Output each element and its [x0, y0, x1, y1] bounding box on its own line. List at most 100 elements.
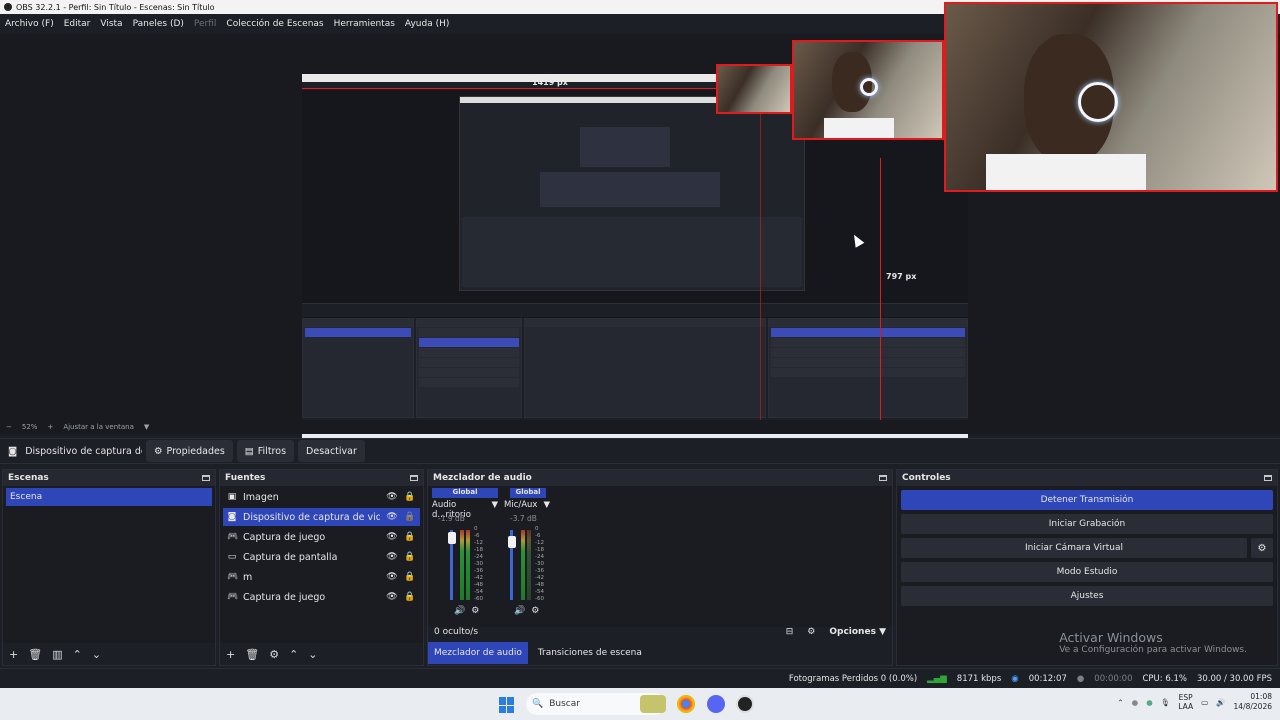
network-icon[interactable]: ▭ [1201, 698, 1208, 707]
menu-archivo[interactable]: Archivo (F) [0, 19, 59, 29]
lock-icon[interactable]: 🔒 [404, 512, 416, 522]
zoom-out-icon[interactable]: − [6, 423, 12, 431]
layout-toggle-icon[interactable]: ⊟ [786, 627, 794, 637]
fit-to-window[interactable]: Ajustar a la ventana [63, 423, 134, 431]
scenes-title: Escenas [8, 473, 49, 483]
start-recording-button[interactable]: Iniciar Grabación [901, 514, 1273, 534]
discord-icon[interactable] [707, 695, 725, 713]
chrome-icon[interactable] [677, 695, 695, 713]
taskbar-widget-icon[interactable] [640, 695, 666, 713]
eye-icon[interactable]: 👁 [386, 512, 398, 522]
webcam-overlay[interactable] [944, 2, 1278, 192]
speaker-icon[interactable]: 🔊 [454, 606, 465, 616]
menu-editar[interactable]: Editar [59, 19, 96, 29]
camera-icon: ◙ [8, 445, 18, 457]
mixer-footer: 0 oculto/s ⊟ ⚙ Opciones ▼ [428, 621, 892, 643]
chevron-up-icon[interactable]: ⌃ [1117, 698, 1123, 707]
source-item[interactable]: ▣ Imagen 👁 🔒 [223, 488, 420, 506]
eye-icon[interactable]: 👁 [386, 572, 398, 582]
eye-icon[interactable]: 👁 [386, 492, 398, 502]
scenes-list: Escena [3, 486, 215, 643]
obs-icon[interactable] [736, 695, 754, 713]
fader-handle[interactable] [508, 536, 516, 548]
lock-icon[interactable]: 🔒 [404, 592, 416, 602]
preview-area[interactable]: 1419 px 797 px [0, 2, 1280, 450]
dropdown-icon[interactable]: ▼ [543, 500, 550, 510]
settings-icon[interactable]: ⚙ [471, 606, 479, 616]
float-dock-icon[interactable] [202, 475, 210, 481]
source-name: Imagen [243, 491, 279, 503]
tray-app-icon[interactable]: ● [1132, 698, 1139, 707]
hidden-count: 0 oculto/s [434, 627, 479, 637]
language-indicator[interactable]: ESP LAA [1178, 693, 1193, 711]
volume-icon[interactable]: 🔊 [1216, 698, 1225, 707]
audio-mixer-dock: Mezclador de audio Global Audio d...rito… [427, 469, 893, 666]
menu-coleccion-escenas[interactable]: Colección de Escenas [221, 19, 328, 29]
record-time: 00:00:00 [1094, 673, 1133, 684]
speaker-icon[interactable]: 🔊 [514, 606, 525, 616]
channel-name[interactable]: Mic/Aux ▼ [504, 500, 550, 510]
start-virtual-camera-button[interactable]: Iniciar Cámara Virtual ⚙ [901, 538, 1273, 558]
scene-item[interactable]: Escena [6, 488, 212, 506]
trash-icon[interactable]: 🗑 [28, 648, 42, 661]
zoom-dropdown-icon[interactable]: ▼ [144, 423, 149, 431]
tab-scene-transitions[interactable]: Transiciones de escena [532, 642, 648, 664]
menu-herramientas[interactable]: Herramientas [329, 19, 400, 29]
record-icon: ● [1076, 673, 1085, 684]
filter-icon[interactable]: ▥ [52, 648, 62, 661]
lock-icon[interactable]: 🔒 [404, 552, 416, 562]
signal-bars-icon: ▂▄▆ [927, 673, 947, 684]
tray-app-icon[interactable]: ● [1146, 698, 1153, 707]
trash-icon[interactable]: 🗑 [245, 648, 259, 661]
menu-perfil[interactable]: Perfil [189, 19, 222, 29]
add-icon[interactable]: + [226, 648, 235, 661]
filters-button[interactable]: ▤ Filtros [236, 440, 295, 462]
lock-icon[interactable]: 🔒 [404, 532, 416, 542]
float-dock-icon[interactable] [1264, 475, 1272, 481]
eye-icon[interactable]: 👁 [386, 532, 398, 542]
lock-icon[interactable]: 🔒 [404, 492, 416, 502]
gear-icon[interactable]: ⚙ [1251, 538, 1273, 558]
menu-paneles[interactable]: Paneles (D) [128, 19, 189, 29]
menu-vista[interactable]: Vista [95, 19, 127, 29]
source-item[interactable]: ▭ Captura de pantalla 👁 🔒 [223, 548, 420, 566]
add-icon[interactable]: + [9, 648, 18, 661]
gear-icon[interactable]: ⚙ [269, 648, 279, 661]
controls-header: Controles [897, 470, 1277, 486]
source-item[interactable]: 🎮 Captura de juego 👁 🔒 [223, 528, 420, 546]
dropdown-icon[interactable]: ▼ [491, 500, 498, 520]
current-source: ◙ Dispositivo de captura de v [0, 446, 142, 457]
fader-handle[interactable] [448, 532, 456, 544]
db-scale: 0 -6 -12 -18 -24 -30 -36 -42 -48 -54 -60 [474, 526, 483, 602]
zoom-in-icon[interactable]: + [47, 423, 53, 431]
move-up-icon[interactable]: ⌃ [73, 648, 82, 661]
lock-icon[interactable]: 🔒 [404, 572, 416, 582]
move-down-icon[interactable]: ⌄ [92, 648, 101, 661]
source-item[interactable]: 🎮 m 👁 🔒 [223, 568, 420, 586]
activate-subtitle: Ve a Configuración para activar Windows. [1059, 645, 1247, 655]
deactivate-button[interactable]: Desactivar [298, 440, 365, 462]
settings-button[interactable]: Ajustes [901, 586, 1273, 606]
eye-icon[interactable]: 👁 [386, 552, 398, 562]
windows-start-icon[interactable] [499, 697, 515, 713]
webcam-nested-medium [792, 40, 944, 140]
tab-audio-mixer[interactable]: Mezclador de audio [428, 642, 528, 664]
filter-icon: ▤ [244, 445, 254, 457]
clock[interactable]: 01:08 14/8/2026 [1234, 692, 1272, 712]
microphone-icon[interactable]: 🎙 [1161, 698, 1171, 707]
studio-mode-button[interactable]: Modo Estudio [901, 562, 1273, 582]
options-button[interactable]: Opciones ▼ [829, 627, 886, 637]
menu-ayuda[interactable]: Ayuda (H) [400, 19, 454, 29]
float-dock-icon[interactable] [410, 475, 418, 481]
advanced-audio-icon[interactable]: ⚙ [807, 627, 815, 637]
float-dock-icon[interactable] [879, 475, 887, 481]
preview-recursive-capture [459, 96, 805, 291]
settings-icon[interactable]: ⚙ [531, 606, 539, 616]
move-up-icon[interactable]: ⌃ [289, 648, 298, 661]
move-down-icon[interactable]: ⌄ [308, 648, 317, 661]
properties-button[interactable]: ⚙ Propiedades [146, 440, 233, 462]
stop-streaming-button[interactable]: Detener Transmisión [901, 490, 1273, 510]
eye-icon[interactable]: 👁 [386, 592, 398, 602]
source-item[interactable]: 🎮 Captura de juego 👁 🔒 [223, 588, 420, 606]
source-item[interactable]: ◙ Dispositivo de captura de video 👁 🔒 [223, 508, 420, 526]
